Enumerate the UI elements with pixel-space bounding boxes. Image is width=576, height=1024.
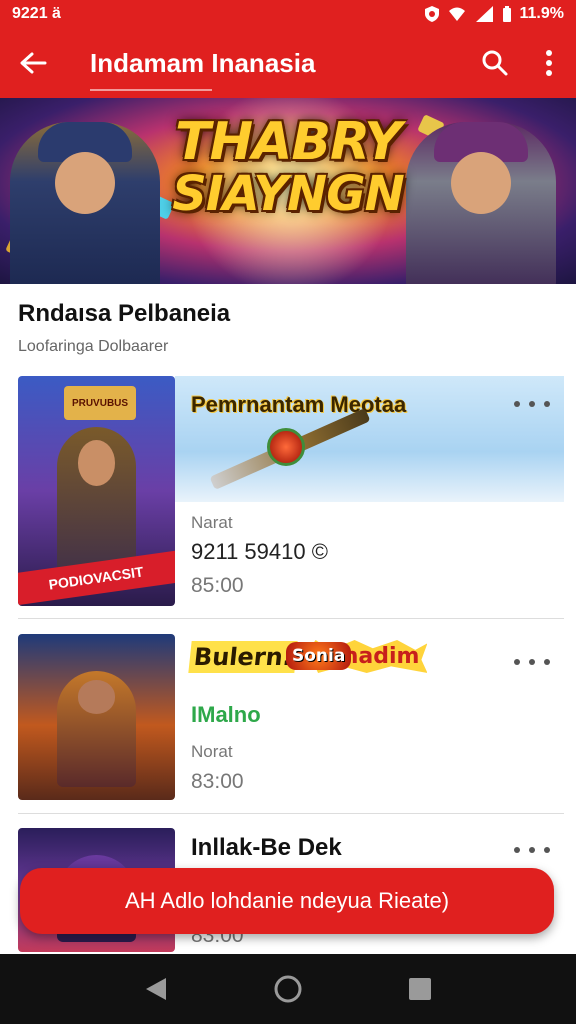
dot-icon — [544, 401, 550, 407]
search-icon — [482, 50, 508, 76]
card-title: Inllak-Be Dek — [191, 834, 342, 861]
status-text: IMalno — [191, 702, 261, 727]
card-more-button[interactable] — [514, 840, 550, 860]
dot-icon — [514, 847, 520, 853]
signal-icon — [475, 6, 493, 22]
card-banner-title: Pemrnantam Meotaa — [191, 392, 407, 417]
face-shape — [451, 152, 511, 214]
nav-back-button[interactable] — [136, 969, 176, 1009]
battery-percent: 11.9% — [519, 5, 564, 22]
card-price: 85:00 — [191, 574, 244, 597]
dot-icon — [529, 659, 535, 665]
system-nav-bar — [0, 954, 576, 1024]
dot-icon — [529, 401, 535, 407]
primary-action-button[interactable]: AH Adlo lohdanie ndeyua Rieate) — [20, 868, 554, 934]
more-vert-icon — [546, 50, 552, 76]
nav-home-button[interactable] — [268, 969, 308, 1009]
battery-icon — [502, 6, 511, 22]
card-label: Norat — [191, 742, 233, 761]
list-item[interactable]: Bulern. Yenadim Sonia IMalno Norat 83:00 — [18, 634, 564, 800]
page-title: Indamam Inanasia — [66, 48, 468, 91]
card-more-button[interactable] — [514, 394, 550, 414]
dot-icon — [529, 847, 535, 853]
card-price: 83:00 — [191, 770, 244, 793]
promo-badge: Sonia — [286, 642, 352, 670]
dot-icon — [514, 401, 520, 407]
shield-icon — [424, 6, 439, 22]
nav-recents-button[interactable] — [400, 969, 440, 1009]
dot-icon — [514, 659, 520, 665]
orb-illustration — [267, 428, 305, 466]
card-value: 9211 59410 © — [191, 539, 328, 564]
thumb-logo: PRUVUBUS — [64, 386, 136, 420]
status-icons: 11.9% — [424, 5, 564, 23]
search-button[interactable] — [468, 28, 522, 98]
card-label: Narat — [191, 513, 233, 532]
wifi-icon — [448, 7, 465, 21]
status-bar: 9221 ä 11.9% — [0, 0, 576, 28]
divider — [18, 813, 564, 814]
dot-icon — [544, 847, 550, 853]
section-heading: Rndaısa Pelbaneia — [18, 300, 231, 327]
app-bar: Indamam Inanasia — [0, 28, 576, 98]
card-banner: Pemrnantam Meotaa — [175, 376, 564, 502]
arrow-left-icon — [20, 52, 47, 74]
game-logo: THABRY SIAYNGN — [172, 112, 405, 222]
card-thumbnail — [18, 634, 175, 800]
promo-badge: Bulern. — [188, 640, 298, 673]
hero-character-right — [406, 122, 556, 284]
status-time: 9221 ä — [12, 5, 61, 22]
card-thumbnail: PRUVUBUS PODIOVACSIT — [18, 376, 175, 606]
face-shape — [77, 680, 116, 714]
triangle-back-icon — [146, 978, 166, 1000]
dot-icon — [544, 659, 550, 665]
section-subheading: Loofaringa Dolbaarer — [18, 338, 169, 355]
square-recents-icon — [409, 978, 431, 1000]
face-shape — [55, 152, 115, 214]
section-header: Rndaısa Pelbaneia Loofaringa Dolbaarer — [18, 300, 558, 356]
overflow-menu-button[interactable] — [522, 28, 576, 98]
hero-character-left — [10, 122, 160, 284]
hero-banner[interactable]: THABRY SIAYNGN — [0, 98, 576, 284]
divider — [18, 618, 564, 619]
back-button[interactable] — [0, 28, 66, 98]
list-item[interactable]: PRUVUBUS PODIOVACSIT Pemrnantam Meotaa N… — [18, 376, 564, 606]
card-more-button[interactable] — [514, 652, 550, 672]
circle-home-icon — [274, 975, 302, 1003]
